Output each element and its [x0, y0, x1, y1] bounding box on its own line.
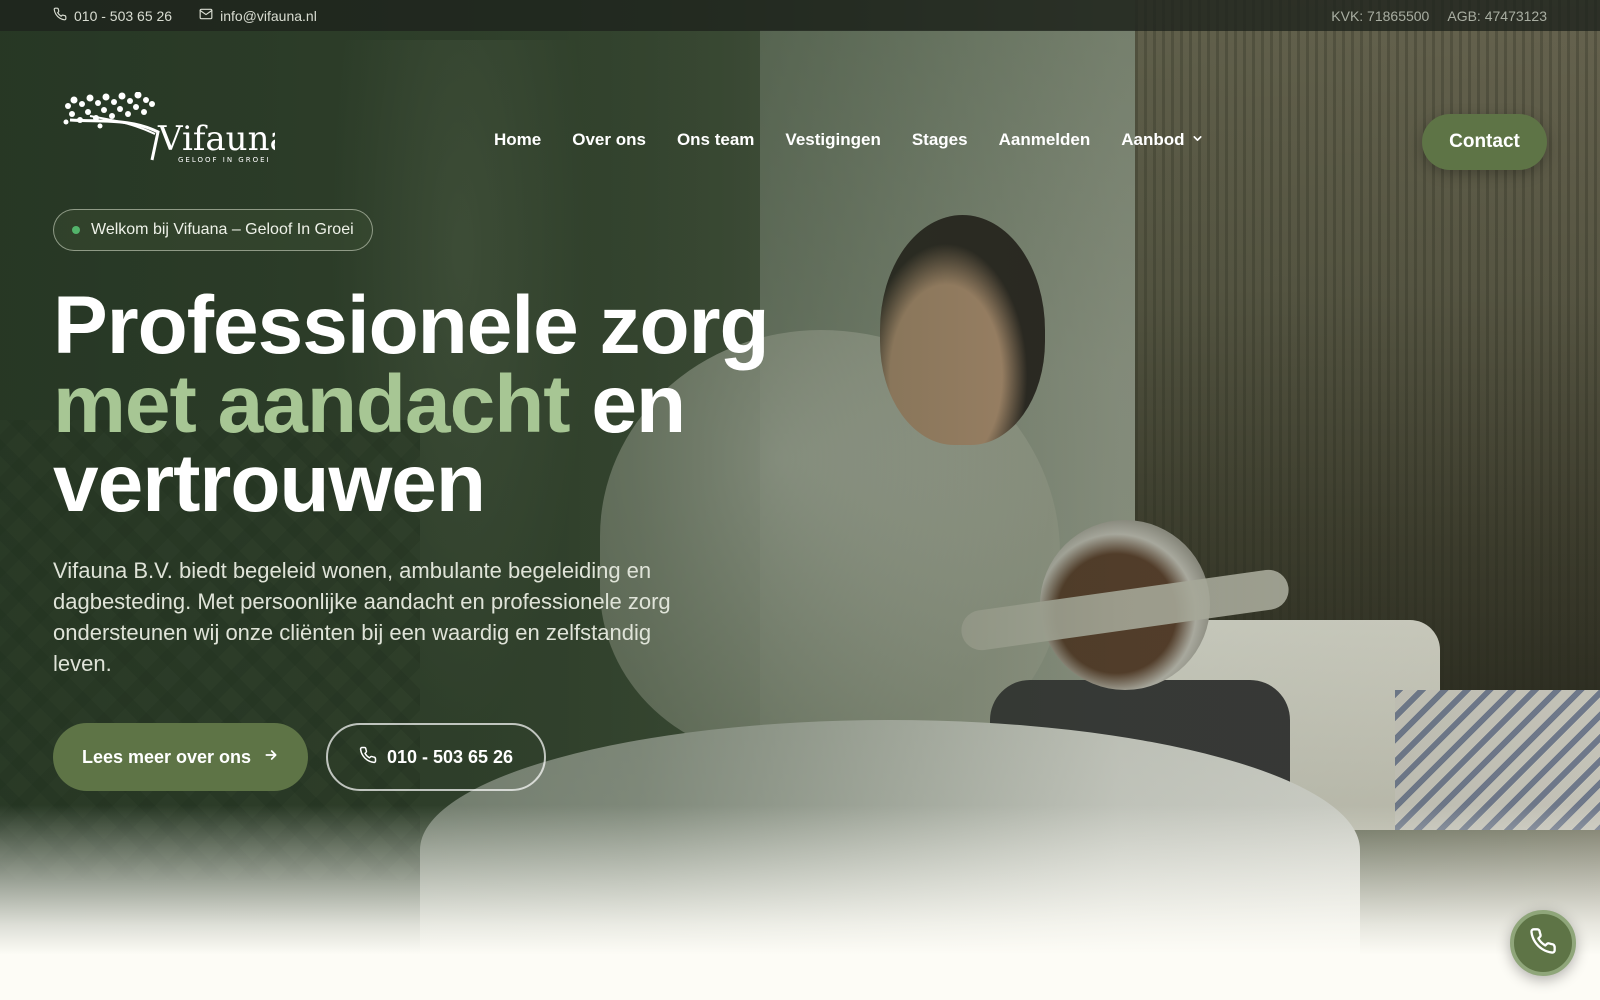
hero-headline: Professionele zorg met aandacht en vertr… [53, 285, 813, 525]
logo-tagline: GELOOF IN GROEI [178, 156, 271, 164]
topbar-phone[interactable]: 010 - 503 65 26 [53, 7, 172, 24]
topbar-email-text: info@vifauna.nl [220, 7, 317, 24]
contact-button[interactable]: Contact [1422, 114, 1547, 170]
nav-vestigingen[interactable]: Vestigingen [785, 130, 880, 150]
phone-icon [1529, 927, 1557, 960]
call-button[interactable]: 010 - 503 65 26 [326, 723, 546, 791]
top-bar: 010 - 503 65 26 info@vifauna.nl KVK: 718… [0, 0, 1600, 31]
floating-call-button[interactable] [1510, 910, 1576, 976]
main-nav: Home Over ons Ons team Vestigingen Stage… [494, 130, 1204, 150]
phone-icon [359, 746, 377, 769]
phone-icon [53, 7, 67, 24]
welcome-badge-text: Welkom bij Vifuana – Geloof In Groei [91, 221, 354, 238]
read-more-button[interactable]: Lees meer over ons [53, 723, 308, 791]
nav-aanbod-label: Aanbod [1121, 130, 1185, 149]
topbar-phone-text: 010 - 503 65 26 [74, 7, 173, 24]
read-more-label: Lees meer over ons [81, 746, 252, 767]
nav-home[interactable]: Home [494, 130, 541, 150]
call-button-label: 010 - 503 65 26 [386, 746, 514, 767]
vifauna-logo[interactable]: Vifauna GELOOF IN GROEI [60, 92, 275, 164]
mail-icon [199, 7, 213, 24]
nav-stages[interactable]: Stages [912, 130, 968, 150]
headline-after-accent: en [569, 359, 686, 450]
agb-number: AGB: 47473123 [1447, 7, 1547, 24]
nav-ons-team[interactable]: Ons team [677, 130, 754, 150]
logo-wordmark: Vifauna [157, 119, 275, 159]
headline-accent: met aandacht [53, 359, 571, 450]
chevron-down-icon [1191, 130, 1204, 150]
arrow-right-icon [263, 747, 279, 768]
hero-lead: Vifauna B.V. biedt begeleid wonen, ambul… [53, 558, 671, 676]
hero-bottom-fade [0, 805, 1600, 955]
topbar-email[interactable]: info@vifauna.nl [199, 7, 317, 24]
nav-aanmelden[interactable]: Aanmelden [999, 130, 1091, 150]
headline-line-3: vertrouwen [53, 438, 486, 529]
kvk-number: KVK: 71865500 [1331, 7, 1430, 24]
topbar-registrations: KVK: 71865500 AGB: 47473123 [1331, 8, 1547, 24]
status-dot [72, 226, 80, 234]
headline-line-1: Professionele zorg [53, 280, 770, 371]
welcome-badge: Welkom bij Vifuana – Geloof In Groei [53, 209, 373, 251]
nav-over-ons[interactable]: Over ons [572, 130, 646, 150]
nav-aanbod[interactable]: Aanbod [1121, 130, 1203, 150]
